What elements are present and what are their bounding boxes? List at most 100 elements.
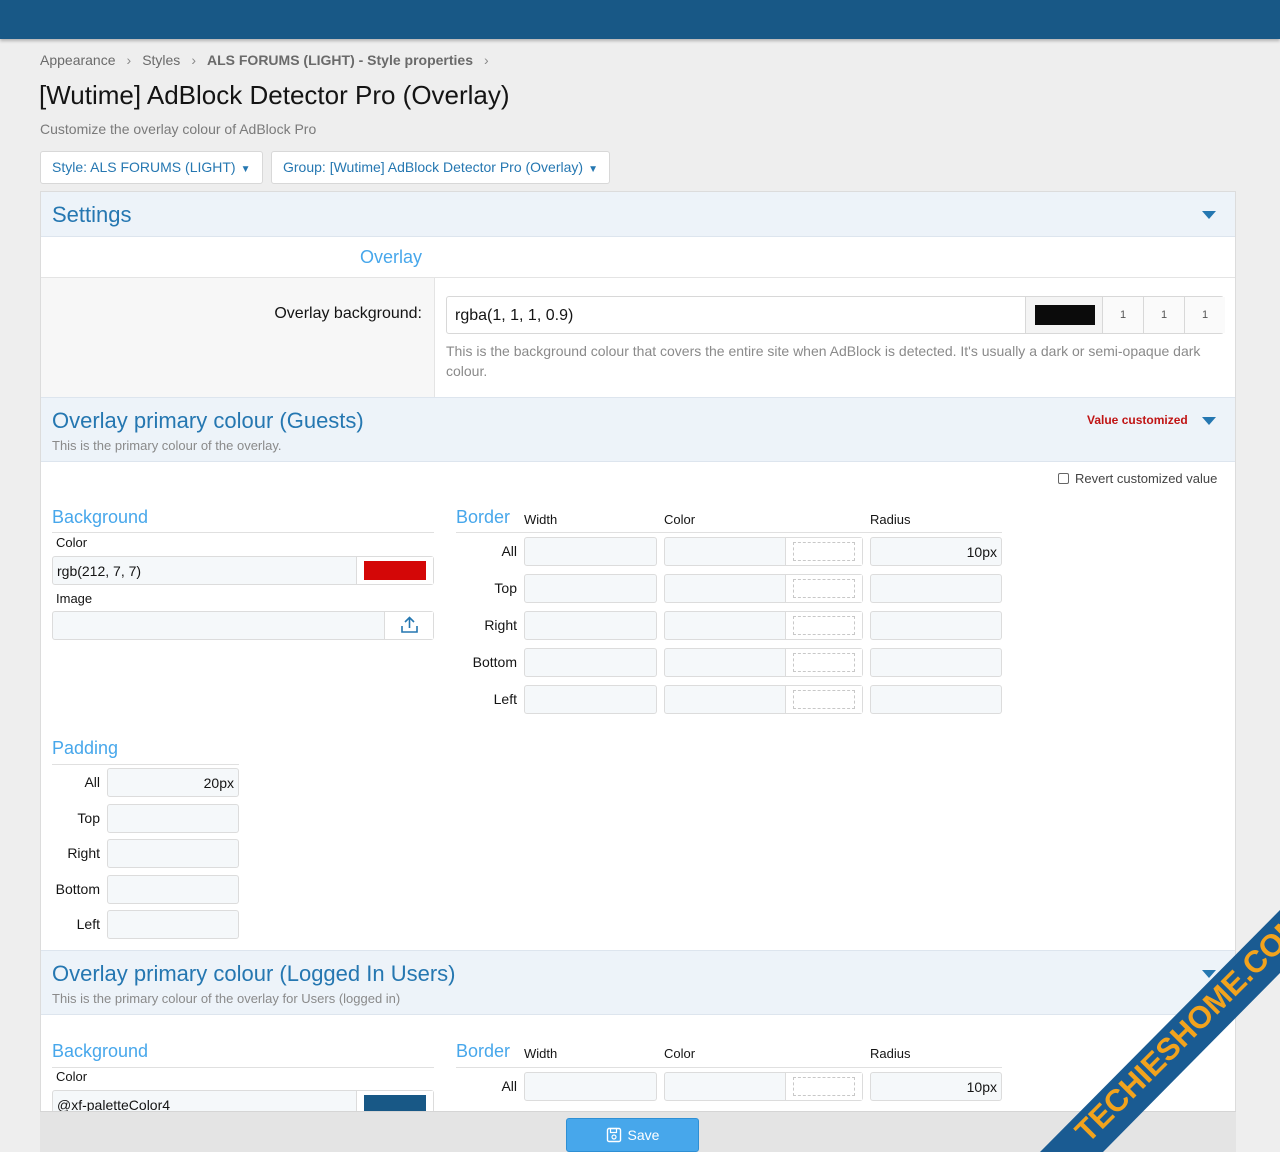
guests-group-header[interactable]: Overlay primary colour (Guests) This is … — [41, 397, 1235, 462]
border-color-input[interactable] — [664, 685, 863, 714]
border-radius-input[interactable] — [870, 685, 1002, 714]
save-button[interactable]: Save — [566, 1118, 699, 1152]
breadcrumb-appearance[interactable]: Appearance — [40, 52, 116, 68]
background-heading: Background — [52, 507, 149, 527]
guests-bg-image-input[interactable] — [52, 611, 434, 640]
users-description: This is the primary colour of the overla… — [52, 991, 401, 1006]
upload-button[interactable] — [384, 612, 433, 639]
chevron-right-icon: › — [191, 52, 196, 68]
divider — [52, 532, 434, 533]
users-border-color-all[interactable] — [664, 1072, 863, 1101]
users-border-width-all[interactable] — [524, 1072, 657, 1101]
color-swatch-button[interactable] — [1025, 297, 1102, 333]
border-color-input[interactable] — [664, 648, 863, 677]
revert-label: Revert customized value — [1075, 471, 1218, 486]
border-color-input[interactable] — [664, 574, 863, 603]
page-description: Customize the overlay colour of AdBlock … — [40, 121, 317, 137]
group-filter-button[interactable]: Group: [Wutime] AdBlock Detector Pro (Ov… — [271, 151, 610, 184]
page-title: [Wutime] AdBlock Detector Pro (Overlay) — [39, 80, 510, 110]
overlay-section-header: Overlay — [41, 237, 1235, 278]
guests-bg-color-value: rgb(212, 7, 7) — [57, 563, 142, 579]
border-radius-input[interactable]: 10px — [870, 537, 1002, 566]
border-color-col: Color — [664, 512, 696, 527]
users-border-radius-value: 10px — [966, 1079, 997, 1095]
color-swatch — [1035, 305, 1095, 325]
users-border-radius-all[interactable]: 10px — [870, 1072, 1002, 1101]
padding-value: 20px — [203, 775, 234, 791]
padding-input[interactable] — [107, 803, 239, 833]
color-swatch-button[interactable] — [356, 557, 433, 584]
padding-row-label: All — [84, 774, 100, 790]
channel-r[interactable]: 1 — [1102, 297, 1143, 333]
watermark-text: TECHIESHOME.COM — [1068, 910, 1280, 1149]
border-color-input[interactable] — [664, 611, 863, 640]
padding-row-label: Bottom — [55, 880, 100, 897]
top-navigation-bar — [0, 0, 1280, 39]
padding-row-label: Top — [77, 809, 100, 826]
caret-down-icon: ▼ — [240, 164, 251, 175]
chevron-right-icon: › — [484, 52, 489, 68]
breadcrumb: Appearance › Styles › ALS FORUMS (LIGHT) - S… — [40, 52, 500, 68]
group-filter-label: Group: [Wutime] AdBlock Detector Pro (Ov… — [283, 159, 584, 175]
divider — [456, 1067, 1002, 1068]
border-radius-input[interactable] — [870, 648, 1002, 677]
color-swatch-button[interactable] — [785, 575, 862, 602]
guests-title: Overlay primary colour (Guests) — [52, 408, 364, 433]
color-label: Color — [56, 1069, 88, 1084]
border-width-input[interactable] — [524, 685, 657, 714]
settings-title: Settings — [52, 202, 132, 227]
watermark-logo: TECHIESHOME.COM — [1040, 910, 1280, 1152]
border-row-label: Right — [484, 617, 517, 633]
divider — [52, 764, 239, 765]
caret-down-icon: ▼ — [588, 164, 598, 175]
border-width-input[interactable] — [524, 574, 657, 603]
collapse-toggle-icon[interactable] — [1202, 211, 1216, 219]
divider — [52, 1067, 434, 1068]
border-row-label: Top — [494, 580, 517, 596]
color-swatch-button[interactable] — [785, 649, 862, 676]
border-width-input[interactable] — [524, 648, 657, 677]
revert-customized-checkbox[interactable]: Revert customized value — [1058, 471, 1217, 486]
border-width-col: Width — [524, 512, 558, 527]
border-width-col: Width — [524, 1046, 558, 1061]
chevron-right-icon: › — [126, 52, 132, 68]
border-color-input[interactable] — [664, 537, 863, 566]
settings-header[interactable]: Settings — [41, 192, 1235, 237]
border-radius-input[interactable] — [870, 611, 1002, 640]
style-filter-button[interactable]: Style: ALS FORUMS (LIGHT) ▼ — [40, 151, 263, 184]
color-label: Color — [56, 535, 88, 550]
users-title: Overlay primary colour (Logged In Users) — [52, 961, 456, 986]
padding-input[interactable] — [107, 874, 239, 904]
color-swatch-button[interactable] — [785, 538, 862, 565]
color-swatch — [793, 653, 855, 672]
padding-input[interactable]: 20px — [107, 768, 239, 797]
color-swatch-button[interactable] — [785, 686, 862, 713]
collapse-toggle-icon[interactable] — [1202, 417, 1216, 425]
border-radius-col: Radius — [870, 1046, 911, 1061]
value-customized-badge: Value customized — [1087, 413, 1188, 427]
color-swatch — [793, 579, 855, 598]
overlay-background-input[interactable]: rgba(1, 1, 1, 0.9) 1 1 1 — [446, 296, 1225, 334]
color-swatch-button[interactable] — [785, 1073, 862, 1100]
overlay-background-label: Overlay background: — [274, 305, 422, 322]
color-swatch-button[interactable] — [785, 612, 862, 639]
save-icon — [606, 1127, 621, 1143]
channel-g[interactable]: 1 — [1143, 297, 1184, 333]
save-label: Save — [627, 1127, 660, 1143]
padding-row-label: Right — [67, 845, 100, 861]
border-width-input[interactable] — [524, 611, 657, 640]
color-swatch — [793, 542, 855, 561]
border-radius-col: Radius — [870, 512, 911, 527]
border-width-input[interactable] — [524, 537, 657, 566]
border-radius-input[interactable] — [870, 574, 1002, 603]
breadcrumb-styles[interactable]: Styles — [142, 52, 180, 68]
border-heading: Border — [456, 1041, 511, 1061]
channel-b[interactable]: 1 — [1184, 297, 1225, 333]
overlay-background-explain: This is the background colour that cover… — [446, 343, 1201, 379]
border-row-label: All — [501, 543, 517, 559]
padding-input[interactable] — [107, 910, 239, 939]
breadcrumb-style-properties[interactable]: ALS FORUMS (LIGHT) - Style properties — [207, 52, 473, 68]
guests-bg-color-input[interactable]: rgb(212, 7, 7) — [52, 556, 434, 585]
padding-input[interactable] — [107, 839, 239, 868]
color-swatch — [793, 1077, 855, 1096]
